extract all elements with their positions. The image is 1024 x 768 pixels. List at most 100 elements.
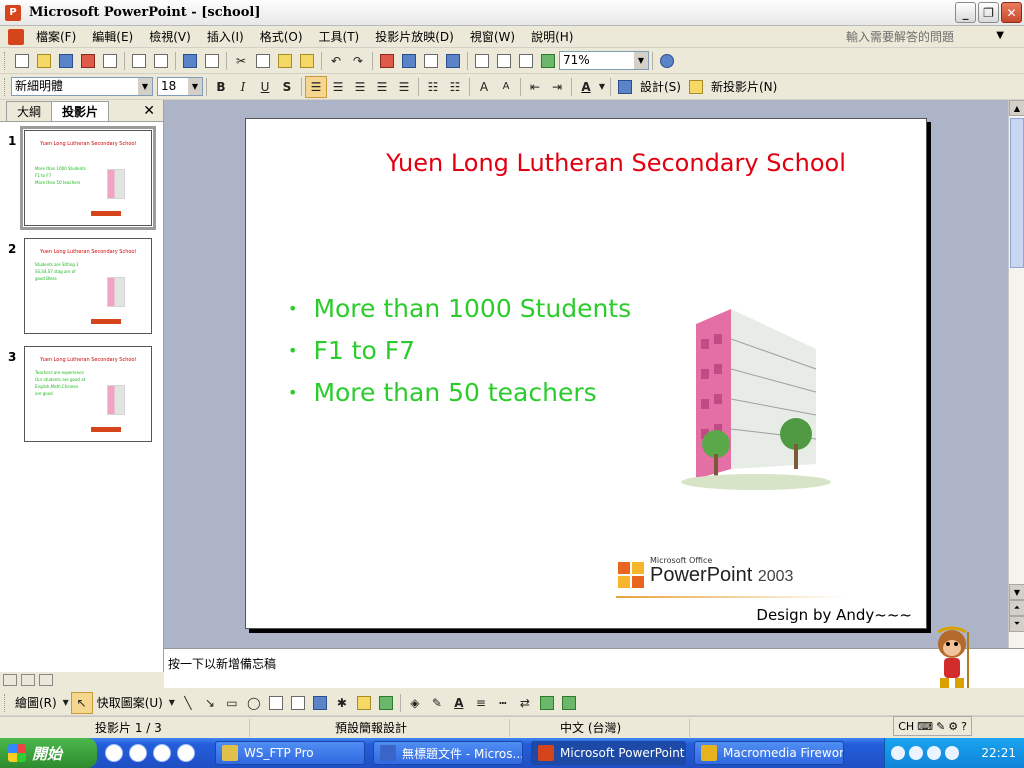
document-icon[interactable]: [8, 28, 24, 45]
font-name-select[interactable]: 新細明體 ▼: [11, 77, 153, 96]
close-button[interactable]: ✕: [1001, 2, 1022, 23]
chevron-down-icon[interactable]: ▼: [597, 76, 607, 98]
format-painter-icon[interactable]: [296, 50, 318, 72]
textbox-icon[interactable]: [265, 692, 287, 714]
email-icon[interactable]: [99, 50, 121, 72]
font-size-select[interactable]: 18 ▼: [157, 77, 203, 96]
toolbar-grip[interactable]: [4, 77, 7, 96]
minimize-button[interactable]: _: [955, 2, 976, 23]
taskbar-item-ws-ftp[interactable]: WS_FTP Pro: [215, 741, 365, 765]
tables-borders-icon[interactable]: [420, 50, 442, 72]
design-icon[interactable]: [614, 76, 636, 98]
current-slide[interactable]: Yuen Long Lutheran Secondary School More…: [245, 118, 927, 629]
numbering-icon[interactable]: ☷: [422, 76, 444, 98]
save-icon[interactable]: [55, 50, 77, 72]
shadow-style-icon[interactable]: [536, 692, 558, 714]
arrow-icon[interactable]: ↘: [199, 692, 221, 714]
outlook-express-icon[interactable]: [177, 744, 195, 762]
draw-menu-button[interactable]: 繪圖(R): [11, 694, 61, 711]
decrease-indent-icon[interactable]: ⇤: [524, 76, 546, 98]
chevron-down-icon[interactable]: ▼: [996, 30, 1004, 41]
undo-icon[interactable]: ↶: [325, 50, 347, 72]
research-icon[interactable]: [201, 50, 223, 72]
internet-explorer-icon[interactable]: [129, 744, 147, 762]
slide-bullet-list[interactable]: More than 1000 Students F1 to F7 More th…: [288, 289, 631, 415]
menu-help[interactable]: 說明(H): [523, 26, 581, 48]
start-button[interactable]: 開始: [0, 738, 97, 768]
3d-style-icon[interactable]: [558, 692, 580, 714]
volume-icon[interactable]: [927, 746, 941, 760]
bold-button[interactable]: B: [210, 76, 232, 98]
font-color-icon[interactable]: A: [448, 692, 470, 714]
slide-sorter-icon[interactable]: [21, 674, 35, 686]
justify-icon[interactable]: ☰: [371, 76, 393, 98]
office-assistant-monkey[interactable]: [928, 622, 976, 694]
slide-title[interactable]: Yuen Long Lutheran Secondary School: [246, 149, 926, 177]
color-grayscale-icon[interactable]: [537, 50, 559, 72]
permission-icon[interactable]: [77, 50, 99, 72]
vertical-scrollbar[interactable]: ▲ ▼ ⏶ ⏷: [1008, 100, 1024, 648]
autoshapes-button[interactable]: 快取圖案(U): [93, 694, 167, 711]
keyboard-icon[interactable]: ⌨: [917, 720, 933, 733]
new-icon[interactable]: [11, 50, 33, 72]
increase-indent-icon[interactable]: ⇥: [546, 76, 568, 98]
menu-slideshow[interactable]: 投影片放映(D): [367, 26, 462, 48]
taskbar-item-word[interactable]: 無標題文件 - Micros...: [373, 741, 523, 765]
tab-slides[interactable]: 投影片: [51, 101, 110, 121]
print-icon[interactable]: [128, 50, 150, 72]
paste-icon[interactable]: [274, 50, 296, 72]
align-left-icon[interactable]: ☰: [305, 75, 327, 98]
bullets-icon[interactable]: ☷: [444, 76, 466, 98]
chevron-down-icon[interactable]: ▼: [188, 78, 202, 95]
diagram-icon[interactable]: ✱: [331, 692, 353, 714]
line-style-icon[interactable]: ≡: [470, 692, 492, 714]
media-player-icon[interactable]: [105, 744, 123, 762]
line-icon[interactable]: ╲: [177, 692, 199, 714]
show-formatting-icon[interactable]: [493, 50, 515, 72]
arrow-style-icon[interactable]: ⇄: [514, 692, 536, 714]
spelling-icon[interactable]: [179, 50, 201, 72]
menu-view[interactable]: 檢視(V): [141, 26, 199, 48]
tab-outline[interactable]: 大綱: [6, 101, 53, 121]
clock[interactable]: 22:21: [981, 746, 1016, 760]
taskbar-item-fireworks[interactable]: Macromedia Fireworks...: [694, 741, 844, 765]
scroll-down-icon[interactable]: ▼: [1009, 584, 1024, 600]
decrease-font-icon[interactable]: A: [495, 76, 517, 98]
design-button[interactable]: 設計(S): [636, 78, 685, 95]
new-slide-icon[interactable]: [685, 76, 707, 98]
menu-file[interactable]: 檔案(F): [28, 26, 84, 48]
redo-icon[interactable]: ↷: [347, 50, 369, 72]
hyperlink-icon[interactable]: [442, 50, 464, 72]
toolbar-grip[interactable]: [4, 693, 7, 712]
increase-font-icon[interactable]: A: [473, 76, 495, 98]
scroll-thumb[interactable]: [1010, 118, 1024, 268]
network-icon[interactable]: [891, 746, 905, 760]
menu-edit[interactable]: 編輯(E): [84, 26, 141, 48]
vertical-textbox-icon[interactable]: [287, 692, 309, 714]
new-slide-button[interactable]: 新投影片(N): [707, 78, 781, 95]
italic-button[interactable]: I: [232, 76, 254, 98]
slideshow-icon[interactable]: [39, 674, 53, 686]
slide-thumbnail-3[interactable]: Yuen Long Lutheran Secondary School Teac…: [24, 346, 152, 442]
distributed-icon[interactable]: ☰: [393, 76, 415, 98]
previous-slide-icon[interactable]: ⏶: [1009, 600, 1024, 616]
print-preview-icon[interactable]: [150, 50, 172, 72]
ime-language-indicator[interactable]: CH: [898, 720, 914, 733]
shadow-button[interactable]: S: [276, 76, 298, 98]
slide-author-text[interactable]: Design by Andy~~~: [756, 606, 912, 624]
school-building-image[interactable]: [676, 294, 836, 494]
menu-insert[interactable]: 插入(I): [199, 26, 252, 48]
font-color-icon[interactable]: A: [575, 76, 597, 98]
wordart-icon[interactable]: [309, 692, 331, 714]
desktop-icon[interactable]: [153, 744, 171, 762]
copy-icon[interactable]: [252, 50, 274, 72]
select-objects-icon[interactable]: ↖: [70, 691, 93, 714]
zoom-select[interactable]: 71% ▼: [559, 51, 649, 70]
pen-icon[interactable]: ✎: [936, 720, 945, 733]
menu-format[interactable]: 格式(O): [252, 26, 311, 48]
scroll-up-icon[interactable]: ▲: [1009, 100, 1024, 116]
chart-icon[interactable]: [376, 50, 398, 72]
chevron-down-icon[interactable]: ▼: [167, 692, 177, 714]
chevron-down-icon[interactable]: ▼: [634, 52, 648, 69]
line-color-icon[interactable]: ✎: [426, 692, 448, 714]
